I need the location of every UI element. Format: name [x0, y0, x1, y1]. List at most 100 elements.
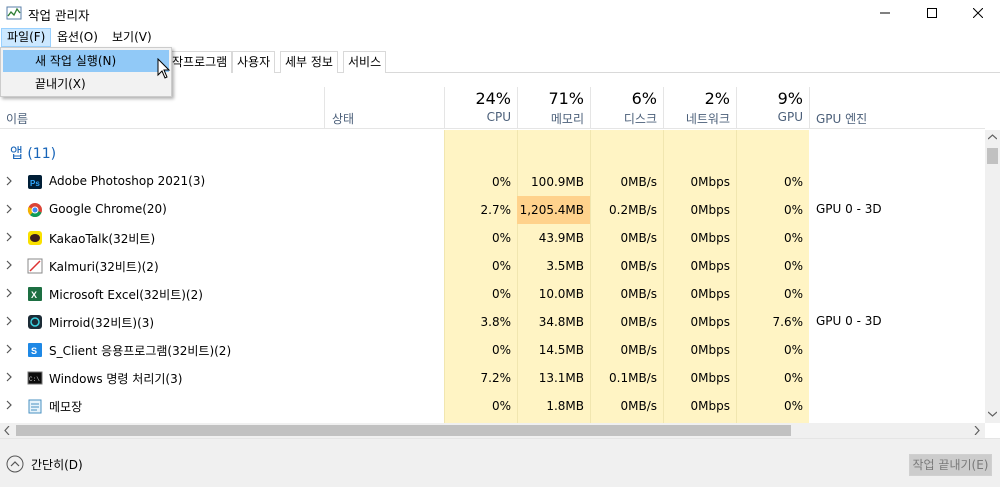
col-cpu-header[interactable]: 24% CPU	[444, 87, 517, 129]
process-row[interactable]: Mirroid(32비트)(3) 3.8% 34.8MB 0MB/s 0Mbps 7.6%…	[0, 308, 985, 336]
col-disk-header[interactable]: 6% 디스크	[590, 87, 663, 129]
gpu-value: 0%	[783, 175, 803, 189]
cpu-value: 2.7%	[480, 203, 512, 217]
process-name: S_Client 응용프로그램(32비트)(2)	[49, 344, 232, 358]
tab-startup[interactable]: 작프로그램	[168, 51, 233, 73]
expand-chevron-icon[interactable]	[6, 344, 16, 356]
gpu-engine-value: GPU 0 - 3D	[816, 202, 882, 216]
disk-value: 0MB/s	[620, 259, 657, 273]
svg-text:Ps: Ps	[30, 179, 40, 188]
process-row[interactable]: Ps Adobe Photoshop 2021(3) 0% 100.9MB 0MB/s 0…	[0, 168, 985, 196]
gpu-value: 0%	[783, 399, 803, 413]
scroll-down-icon[interactable]	[988, 411, 997, 417]
process-row[interactable]: Google Chrome(20) 2.7% 1,205.4MB 0.2MB/s 0Mb…	[0, 196, 985, 224]
disk-total: 6%	[631, 89, 657, 108]
expand-chevron-icon[interactable]	[6, 372, 16, 384]
memory-value: 13.1MB	[538, 371, 584, 385]
memory-value: 1,205.4MB	[517, 196, 590, 224]
maximize-icon	[927, 8, 937, 18]
fewer-details-button[interactable]: 간단히(D)	[6, 455, 83, 473]
process-name: Adobe Photoshop 2021(3)	[49, 174, 206, 188]
gpu-value: 0%	[783, 259, 803, 273]
cpu-value: 0%	[491, 175, 511, 189]
excel-icon: X	[28, 287, 42, 301]
gpu-value: 0%	[783, 287, 803, 301]
end-task-button[interactable]: 작업 끝내기(E)	[909, 454, 992, 476]
close-button[interactable]	[955, 0, 1000, 26]
network-value: 0Mbps	[690, 203, 730, 217]
expand-chevron-icon[interactable]	[6, 232, 16, 244]
process-row[interactable]: S S_Client 응용프로그램(32비트)(2) 0% 14.5MB 0MB/s 0M…	[0, 336, 985, 364]
network-value: 0Mbps	[690, 287, 730, 301]
col-memory-header[interactable]: 71% 메모리	[517, 87, 590, 129]
vertical-scrollbar[interactable]	[985, 130, 1000, 423]
horizontal-scroll-thumb[interactable]	[16, 425, 791, 436]
network-label: 네트워크	[685, 112, 730, 126]
col-status-header[interactable]: 상태	[332, 110, 354, 127]
menu-exit[interactable]: 끝내기(X)	[3, 73, 169, 95]
menu-run-new-task[interactable]: 새 작업 실행(N)	[3, 50, 169, 72]
network-value: 0Mbps	[690, 259, 730, 273]
scroll-right-icon[interactable]	[974, 426, 980, 435]
expand-chevron-icon[interactable]	[6, 260, 16, 272]
file-menu-dropdown: 새 작업 실행(N) 끝내기(X)	[0, 47, 172, 97]
cpu-label: CPU	[486, 110, 511, 124]
disk-value: 0MB/s	[620, 315, 657, 329]
vertical-scroll-thumb[interactable]	[987, 148, 998, 164]
menu-view[interactable]: 보기(V)	[107, 28, 157, 47]
process-row[interactable]: X Microsoft Excel(32비트)(2) 0% 10.0MB 0MB/s 0M…	[0, 280, 985, 308]
expand-chevron-icon[interactable]	[6, 288, 16, 300]
col-name-header[interactable]: 이름	[6, 110, 28, 127]
tab-details[interactable]: 세부 정보	[280, 51, 338, 73]
svg-text:X: X	[31, 290, 37, 300]
maximize-button[interactable]	[909, 0, 955, 26]
horizontal-scrollbar[interactable]	[0, 423, 985, 438]
expand-chevron-icon[interactable]	[6, 176, 16, 188]
memory-value: 100.9MB	[531, 175, 584, 189]
disk-label: 디스크	[623, 112, 657, 126]
tab-services[interactable]: 서비스	[343, 51, 387, 73]
process-row[interactable]: C:\ Windows 명령 처리기(3) 7.2% 13.1MB 0.1MB/s 0Mb…	[0, 364, 985, 392]
expand-chevron-icon[interactable]	[6, 316, 16, 328]
minimize-button[interactable]	[862, 0, 908, 26]
expand-chevron-icon[interactable]	[6, 204, 16, 216]
memory-value: 1.8MB	[546, 399, 584, 413]
expand-chevron-icon[interactable]	[6, 400, 16, 412]
memory-value: 3.5MB	[546, 259, 584, 273]
cpu-value: 0%	[491, 231, 511, 245]
menu-file[interactable]: 파일(F)	[1, 28, 52, 47]
photoshop-icon: Ps	[28, 175, 42, 189]
col-gpu-header[interactable]: 9% GPU	[736, 87, 809, 129]
process-name: Mirroid(32비트)(3)	[49, 316, 155, 330]
process-name: Microsoft Excel(32비트)(2)	[49, 288, 203, 302]
process-name: Google Chrome(20)	[49, 202, 167, 216]
process-list: 앱 (11) Ps Adobe Photoshop 2021(3) 0% 100.9M…	[0, 130, 985, 423]
gpu-value: 0%	[783, 203, 803, 217]
footer: 간단히(D) 작업 끝내기(E)	[0, 438, 1000, 487]
cpu-value: 0%	[491, 343, 511, 357]
gpu-value: 7.6%	[772, 315, 804, 329]
col-network-header[interactable]: 2% 네트워크	[663, 87, 736, 129]
cpu-value: 0%	[491, 259, 511, 273]
disk-value: 0MB/s	[620, 287, 657, 301]
scroll-left-icon[interactable]	[4, 426, 10, 435]
fewer-details-label: 간단히(D)	[31, 457, 83, 472]
menu-options[interactable]: 옵션(O)	[52, 28, 103, 47]
gpu-label: GPU	[777, 110, 803, 124]
network-value: 0Mbps	[690, 231, 730, 245]
process-row[interactable]: KakaoTalk(32비트) 0% 43.9MB 0MB/s 0Mbps 0%	[0, 224, 985, 252]
process-row[interactable]: Kalmuri(32비트)(2) 0% 3.5MB 0MB/s 0Mbps 0%	[0, 252, 985, 280]
gpu-total: 9%	[777, 89, 803, 108]
scroll-up-icon[interactable]	[988, 134, 997, 140]
network-value: 0Mbps	[690, 343, 730, 357]
disk-value: 0.2MB/s	[609, 203, 657, 217]
mirroid-icon	[28, 315, 42, 329]
memory-value: 14.5MB	[538, 343, 584, 357]
disk-value: 0MB/s	[620, 343, 657, 357]
cpu-value: 0%	[491, 399, 511, 413]
tab-users[interactable]: 사용자	[232, 51, 276, 73]
process-row[interactable]: 메모장 0% 1.8MB 0MB/s 0Mbps 0%	[0, 392, 985, 420]
group-apps[interactable]: 앱 (11)	[10, 143, 56, 163]
memory-total: 71%	[548, 89, 584, 108]
cpu-total: 24%	[475, 89, 511, 108]
